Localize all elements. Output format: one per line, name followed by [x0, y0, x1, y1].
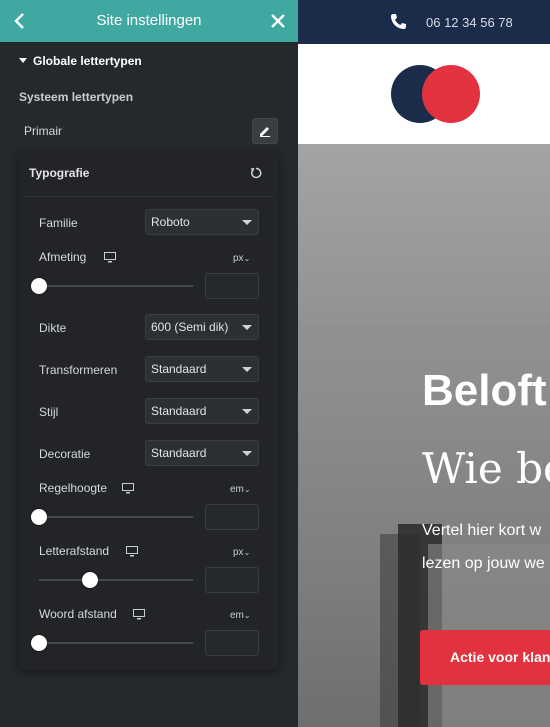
logo-bar: [298, 44, 550, 144]
dropdown-arrow-icon: [242, 367, 252, 372]
dropdown-arrow-icon: [242, 451, 252, 456]
style-label: Stijl: [39, 405, 59, 419]
word-spacing-label: Woord afstand: [39, 607, 117, 621]
logo-circle-red[interactable]: [422, 65, 480, 123]
phone-number[interactable]: 06 12 34 56 78: [426, 15, 513, 30]
global-fonts-toggle[interactable]: Globale lettertypen: [19, 54, 142, 68]
word-spacing-slider-track[interactable]: [39, 642, 193, 644]
line-height-label: Regelhoogte: [39, 481, 108, 495]
size-unit-select[interactable]: px⌄: [233, 253, 250, 264]
dropdown-arrow-icon: [242, 220, 252, 225]
site-preview: 06 12 34 56 78 Beloft Wie be Vertel hier…: [298, 0, 550, 727]
transform-label: Transformeren: [39, 363, 118, 377]
word-spacing-unit: em: [230, 610, 244, 621]
word-spacing-slider-thumb[interactable]: [31, 635, 47, 651]
system-fonts-heading: Systeem lettertypen: [19, 90, 134, 104]
letter-spacing-slider-thumb[interactable]: [82, 572, 98, 588]
transform-value: Standaard: [151, 362, 207, 376]
decoration-label: Decoratie: [39, 447, 91, 461]
close-icon[interactable]: [268, 10, 288, 32]
desktop-icon[interactable]: [133, 609, 145, 620]
size-input[interactable]: [205, 273, 259, 299]
preview-topbar: 06 12 34 56 78: [298, 0, 550, 44]
style-select[interactable]: Standaard: [145, 398, 259, 424]
typography-popover: Typografie Familie Roboto Afmeting px⌄ D…: [19, 152, 279, 670]
family-value: Roboto: [151, 215, 190, 229]
family-select[interactable]: Roboto: [145, 209, 259, 235]
pencil-icon: [260, 127, 270, 137]
word-spacing-unit-select[interactable]: em⌄: [230, 610, 251, 621]
chevron-down-icon: ⌄: [243, 485, 251, 494]
caret-down-icon: [19, 58, 27, 64]
style-value: Standaard: [151, 404, 207, 418]
letter-spacing-label: Letterafstand: [39, 544, 110, 558]
weight-value: 600 (Semi dik): [151, 320, 229, 334]
dropdown-arrow-icon: [242, 325, 252, 330]
size-label: Afmeting: [39, 250, 87, 264]
typography-title: Typografie: [29, 166, 90, 180]
line-height-slider-track[interactable]: [39, 516, 193, 518]
line-height-slider-thumb[interactable]: [31, 509, 47, 525]
primary-font-label: Primair: [24, 124, 62, 138]
section-title: Globale lettertypen: [33, 54, 142, 68]
site-settings-panel: Site instellingen Globale lettertypen Sy…: [0, 0, 298, 727]
desktop-icon[interactable]: [104, 252, 116, 263]
hero-text-line: Vertel hier kort w: [422, 522, 542, 539]
desktop-icon[interactable]: [122, 483, 134, 494]
hero-background: [298, 144, 550, 324]
dropdown-arrow-icon: [242, 409, 252, 414]
hero-text-line: lezen op jouw we: [422, 555, 545, 572]
weight-select[interactable]: 600 (Semi dik): [145, 314, 259, 340]
panel-header: Site instellingen: [0, 0, 298, 42]
phone-icon: [391, 14, 406, 29]
letter-spacing-input[interactable]: [205, 567, 259, 593]
typography-controls: Familie Roboto Afmeting px⌄ Dikte 600 (S…: [25, 196, 273, 664]
size-slider-thumb[interactable]: [31, 278, 47, 294]
letter-spacing-unit: px: [233, 547, 244, 558]
chevron-down-icon: ⌄: [243, 548, 251, 557]
letter-spacing-unit-select[interactable]: px⌄: [233, 547, 250, 558]
edit-primary-font-button[interactable]: [252, 118, 278, 144]
weight-label: Dikte: [39, 321, 67, 335]
desktop-icon[interactable]: [126, 546, 138, 557]
decoration-value: Standaard: [151, 446, 207, 460]
chevron-down-icon: ⌄: [243, 254, 251, 263]
cta-button[interactable]: Actie voor klan: [420, 630, 550, 685]
family-label: Familie: [39, 216, 78, 230]
panel-title: Site instellingen: [96, 12, 202, 29]
word-spacing-input[interactable]: [205, 630, 259, 656]
letter-spacing-slider-track[interactable]: [39, 579, 193, 581]
size-unit: px: [233, 253, 244, 264]
decoration-select[interactable]: Standaard: [145, 440, 259, 466]
reset-icon[interactable]: [249, 166, 263, 180]
line-height-input[interactable]: [205, 504, 259, 530]
transform-select[interactable]: Standaard: [145, 356, 259, 382]
line-height-unit-select[interactable]: em⌄: [230, 484, 251, 495]
line-height-unit: em: [230, 484, 244, 495]
size-slider-track[interactable]: [39, 285, 193, 287]
hero-title: Beloft: [422, 366, 547, 415]
chevron-down-icon: ⌄: [243, 611, 251, 620]
hero-subtitle: Wie be: [422, 444, 550, 493]
